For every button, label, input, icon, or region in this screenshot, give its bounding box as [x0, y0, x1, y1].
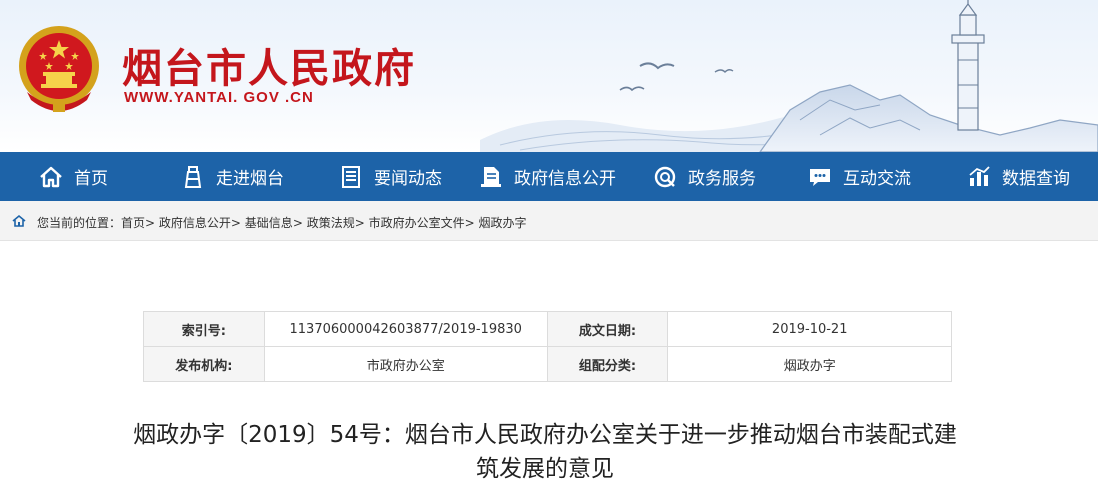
lighthouse-scenery-illustration — [480, 0, 1098, 152]
breadcrumb-item[interactable]: 市政府办公室文件 — [369, 216, 465, 230]
breadcrumb-item[interactable]: 政府信息公开 — [159, 216, 231, 230]
breadcrumb-trail: 您当前的位置：首页> 政府信息公开> 基础信息> 政策法规> 市政府办公室文件>… — [37, 216, 527, 230]
breadcrumb: 您当前的位置：首页> 政府信息公开> 基础信息> 政策法规> 市政府办公室文件>… — [0, 201, 1098, 241]
site-title[interactable]: 烟台市人民政府 — [122, 36, 416, 94]
home-icon — [12, 214, 26, 227]
index-label: 索引号: — [143, 311, 265, 347]
national-emblem-icon — [19, 26, 99, 112]
date-value: 2019-10-21 — [667, 311, 952, 347]
nav-label: 互动交流 — [843, 169, 911, 189]
lighthouse-icon — [180, 164, 206, 190]
breadcrumb-item[interactable]: 首页 — [121, 216, 145, 230]
breadcrumb-item[interactable]: 政策法规 — [307, 216, 355, 230]
nav-item-data-query[interactable]: 数据查询 — [966, 152, 1070, 201]
nav-item-interaction[interactable]: 互动交流 — [807, 152, 911, 201]
nav-item-home[interactable]: 首页 — [38, 152, 108, 201]
nav-label: 要闻动态 — [374, 169, 442, 189]
table-row: 发布机构: 市政府办公室 组配分类: 烟政办字 — [143, 346, 952, 382]
breadcrumb-item[interactable]: 烟政办字 — [478, 216, 526, 230]
chart-icon — [966, 164, 992, 190]
nav-label: 数据查询 — [1002, 169, 1070, 189]
document-title: 烟政办字〔2019〕54号：烟台市人民政府办公室关于进一步推动烟台市装配式建 筑… — [95, 418, 995, 486]
nav-label: 政务服务 — [688, 169, 756, 189]
site-url[interactable]: WWW.YANTAI. GOV .CN — [124, 89, 314, 106]
index-value: 113706000042603877/2019-19830 — [263, 311, 548, 347]
nav-label: 走进烟台 — [216, 169, 284, 189]
nav-item-about[interactable]: 走进烟台 — [180, 152, 284, 201]
chat-icon — [807, 164, 833, 190]
nav-item-services[interactable]: 政务服务 — [652, 152, 756, 201]
document-title-line: 烟政办字〔2019〕54号：烟台市人民政府办公室关于进一步推动烟台市装配式建 — [133, 422, 957, 448]
breadcrumb-item[interactable]: 基础信息 — [245, 216, 293, 230]
home-icon — [38, 164, 64, 190]
service-icon — [652, 164, 678, 190]
category-label: 组配分类: — [546, 346, 669, 382]
issuer-value: 市政府办公室 — [263, 346, 548, 382]
breadcrumb-prefix: 您当前的位置： — [37, 216, 122, 230]
nav-item-news[interactable]: 要闻动态 — [338, 152, 442, 201]
date-label: 成文日期: — [546, 311, 669, 347]
category-value: 烟政办字 — [667, 346, 952, 382]
nav-label: 首页 — [74, 169, 108, 189]
news-icon — [338, 164, 364, 190]
site-header: 烟台市人民政府 WWW.YANTAI. GOV .CN — [0, 0, 1098, 152]
document-info-table: 索引号: 113706000042603877/2019-19830 成文日期:… — [143, 311, 952, 382]
document-icon — [478, 164, 504, 190]
nav-label: 政府信息公开 — [514, 169, 616, 189]
issuer-label: 发布机构: — [143, 346, 265, 382]
table-row: 索引号: 113706000042603877/2019-19830 成文日期:… — [143, 311, 952, 347]
main-nav: 首页 走进烟台 要闻动态 政府信息公开 政务服务 互动交流 数据查询 — [0, 152, 1098, 201]
document-title-line: 筑发展的意见 — [476, 456, 614, 482]
nav-item-gov-info[interactable]: 政府信息公开 — [478, 152, 616, 201]
